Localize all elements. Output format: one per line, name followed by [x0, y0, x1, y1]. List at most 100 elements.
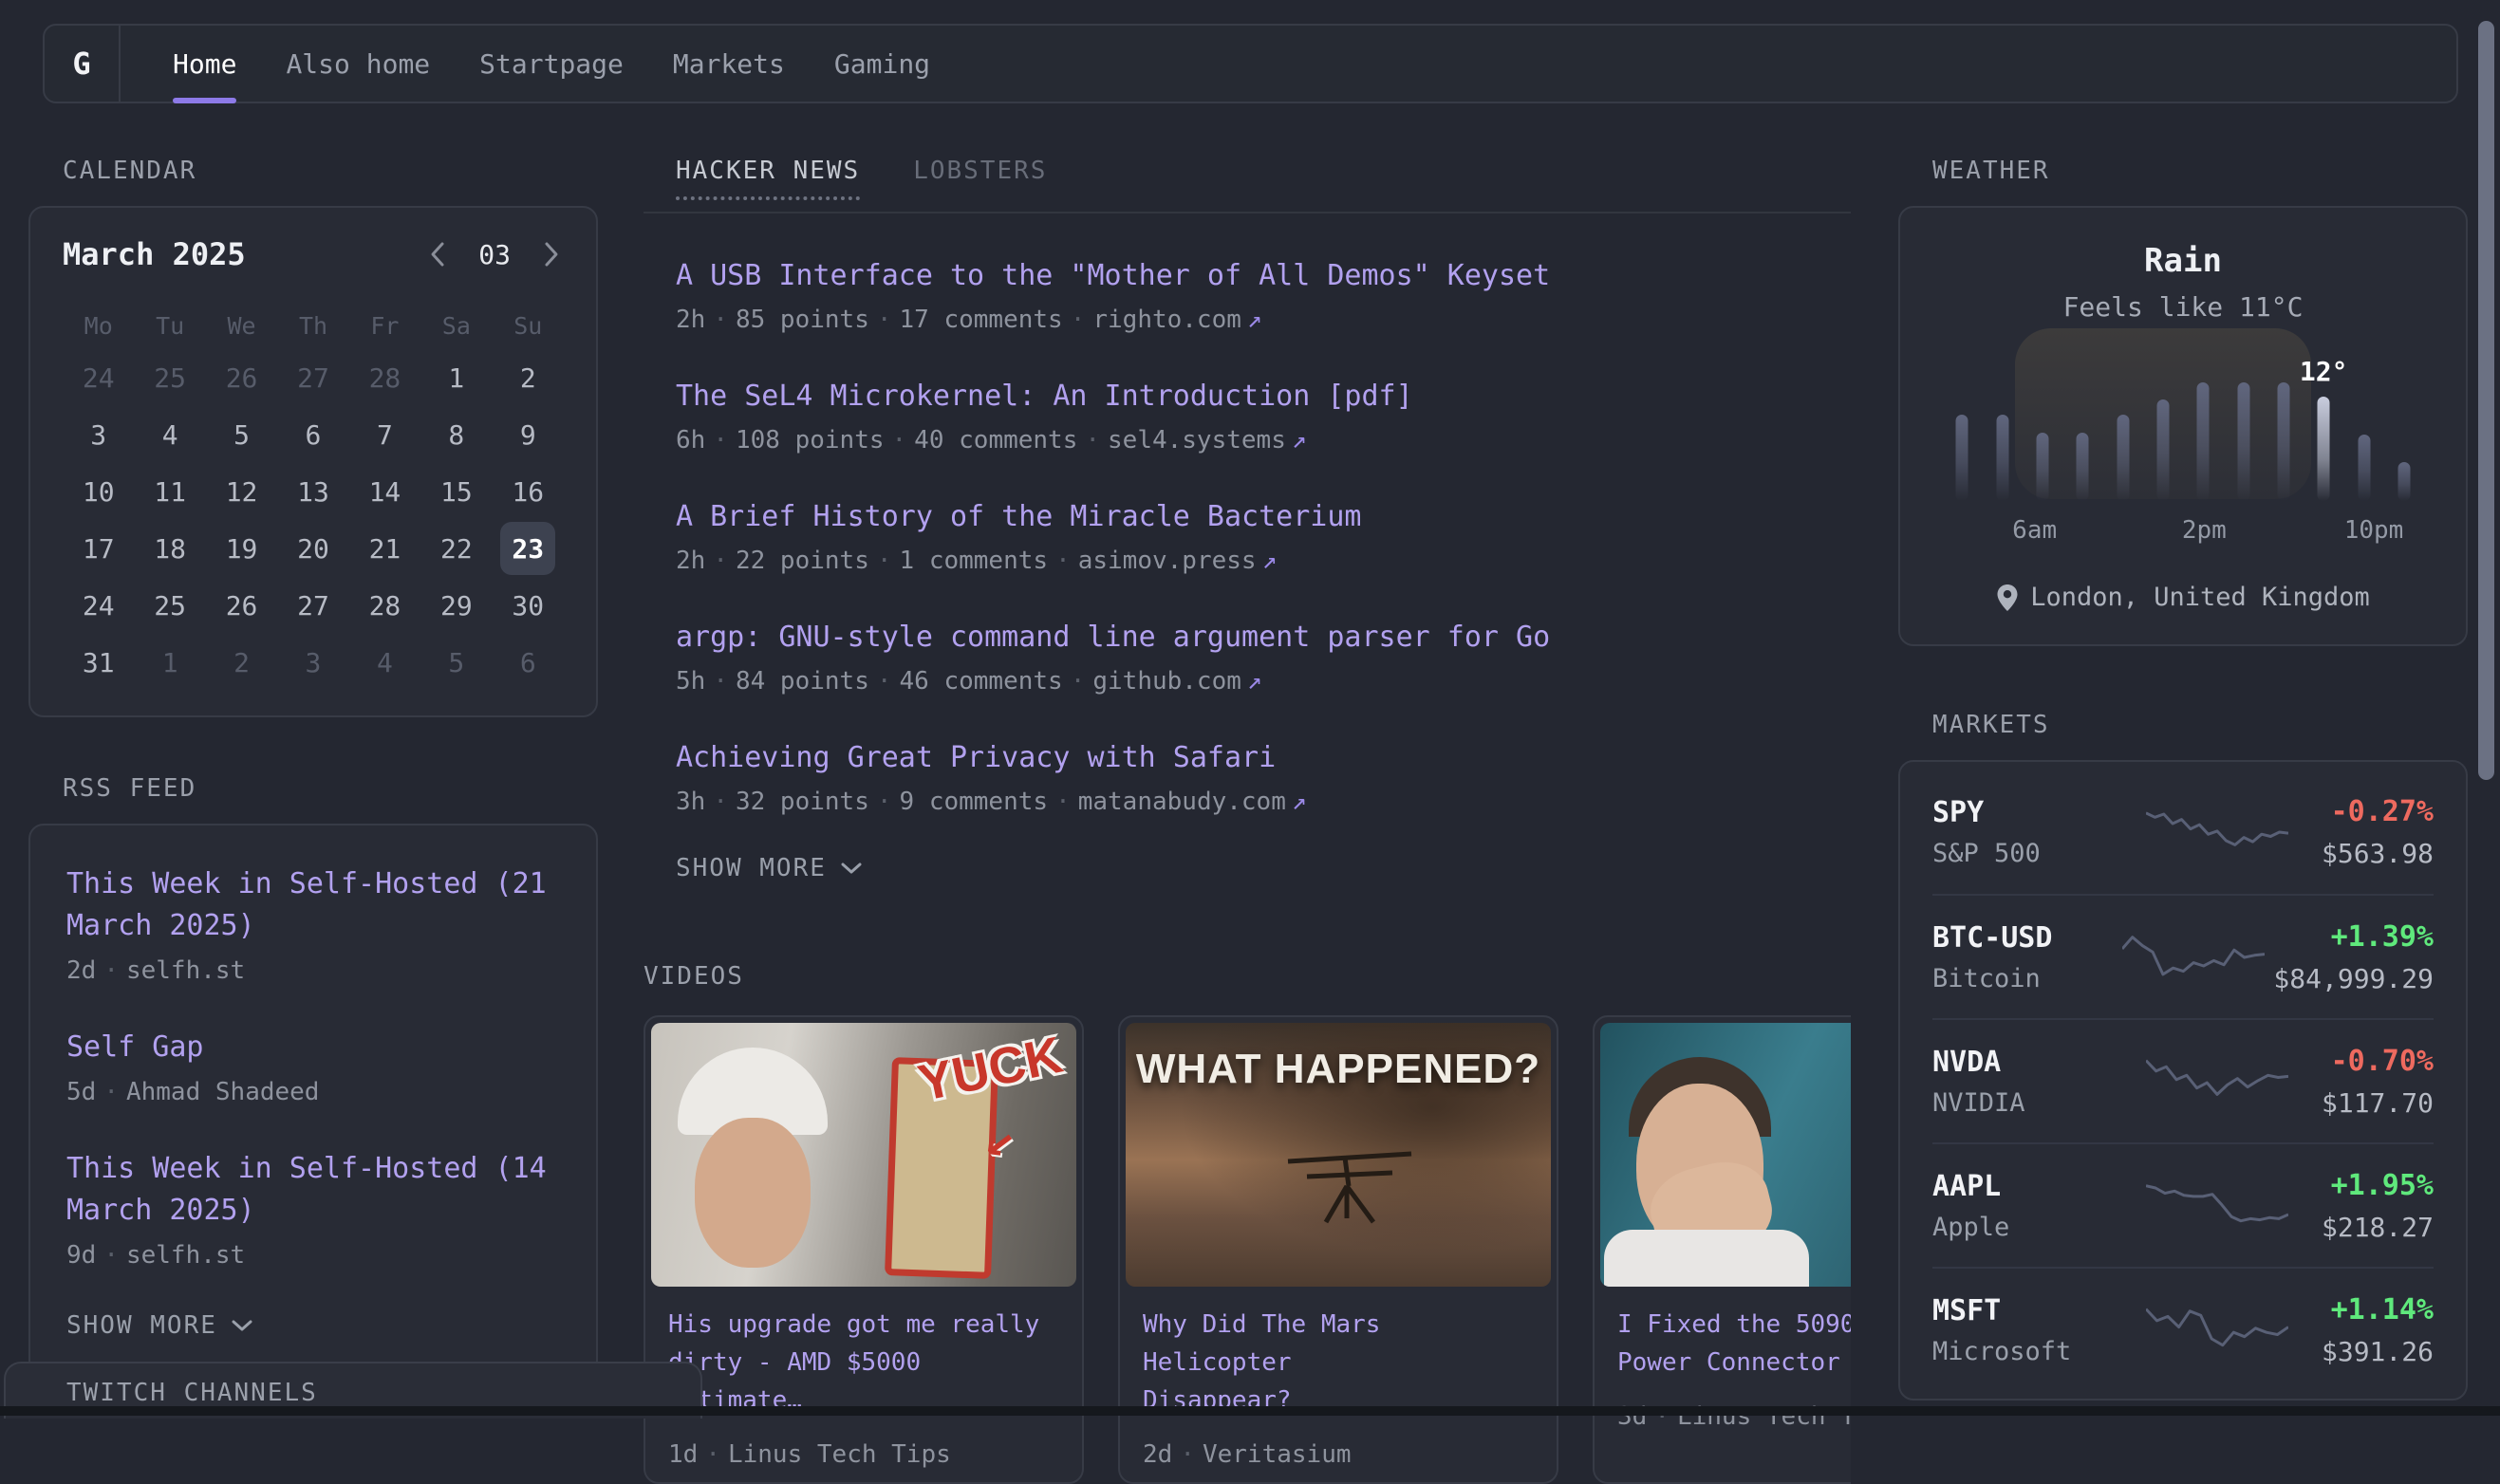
news-item-domain[interactable]: asimov.press — [1078, 547, 1257, 575]
meta-dot: · — [96, 1078, 126, 1106]
weather-widget: Rain Feels like 11°C 12° 6am2pm10pm Lond… — [1898, 206, 2468, 646]
rss-item-title[interactable]: This Week in Self-Hosted (21March 2025) — [66, 863, 560, 947]
market-row: NVDA NVIDIA -0.70%$117.70 — [1932, 1018, 2434, 1142]
market-sparkline — [2113, 923, 2273, 992]
calendar-day-cell: 26 — [206, 577, 277, 634]
market-symbol[interactable]: NVDA — [1932, 1046, 2113, 1079]
market-symbol[interactable]: SPY — [1932, 796, 2113, 829]
calendar-month-title: March 2025 — [63, 236, 246, 272]
market-values: -0.70%$117.70 — [2322, 1045, 2434, 1119]
center-column: HACKER NEWS LOBSTERS A USB Interface to t… — [644, 157, 1851, 1484]
news-item: The SeL4 Microkernel: An Introduction [p… — [676, 380, 1851, 454]
market-id: MSFTMicrosoft — [1932, 1294, 2113, 1366]
weather-hourly-chart: 12° — [1942, 378, 2424, 501]
calendar-day: 16 — [500, 465, 555, 518]
calendar-day-cell: 23 — [493, 520, 564, 577]
news-item-domain[interactable]: sel4.systems — [1108, 426, 1286, 454]
calendar-day-cell: 28 — [349, 577, 420, 634]
news-item: Achieving Great Privacy with Safari3h·32… — [676, 741, 1851, 816]
nav-tabs: Home Also home Startpage Markets Gaming — [121, 26, 930, 102]
news-item-title[interactable]: argp: GNU-style command line argument pa… — [676, 621, 1851, 654]
nav-tab-gaming[interactable]: Gaming — [834, 26, 930, 102]
news-item-title[interactable]: A Brief History of the Miracle Bacterium — [676, 500, 1851, 533]
nav-tab-label: Gaming — [834, 48, 930, 80]
weather-bar-current — [2318, 397, 2330, 501]
calendar-weekday: Tu — [134, 312, 205, 340]
news-item-age: 2h — [676, 306, 705, 334]
rss-item: This Week in Self-Hosted (21March 2025) 2… — [66, 863, 560, 985]
calendar-day-cell: 25 — [134, 349, 205, 406]
market-symbol[interactable]: MSFT — [1932, 1294, 2113, 1327]
rss-show-more-button[interactable]: SHOW MORE — [66, 1311, 560, 1340]
calendar-day: 2 — [500, 351, 555, 404]
news-show-more-label: SHOW MORE — [676, 854, 827, 882]
meta-dot: · — [96, 956, 126, 985]
video-title[interactable]: His upgrade got me reallydirty - AMD $50… — [668, 1306, 1059, 1419]
market-symbol[interactable]: BTC-USD — [1932, 921, 2113, 955]
market-id: AAPLApple — [1932, 1170, 2113, 1242]
weather-bar — [2197, 382, 2210, 501]
scrollbar-thumb[interactable] — [2478, 21, 2494, 780]
video-card-body: Why Did The Mars HelicopterDisappear?2d·… — [1126, 1287, 1551, 1469]
news-item-points: 22 points — [736, 547, 869, 575]
news-item-comments: 40 comments — [914, 426, 1077, 454]
video-title[interactable]: I Fixed the 5090'sPower Connector Proble… — [1617, 1306, 1851, 1382]
calendar-day: 19 — [215, 522, 270, 575]
nav-tab-startpage[interactable]: Startpage — [479, 26, 624, 102]
rss-item-meta: 2d·selfh.st — [66, 956, 560, 985]
news-item-domain[interactable]: righto.com — [1092, 306, 1241, 334]
nav-tab-also-home[interactable]: Also home — [286, 26, 430, 102]
chevron-left-icon[interactable] — [425, 238, 450, 270]
video-thumbnail[interactable]: WHAT HAPPENED? — [1126, 1023, 1551, 1287]
calendar-day: 29 — [429, 579, 484, 632]
nav-tab-home[interactable]: Home — [173, 26, 236, 102]
market-row: SPYS&P 500-0.27%$563.98 — [1932, 770, 2434, 894]
news-item-domain[interactable]: matanabudy.com — [1078, 788, 1286, 816]
news-item-title[interactable]: A USB Interface to the "Mother of All De… — [676, 259, 1851, 292]
rss-item-title[interactable]: This Week in Self-Hosted (14March 2025) — [66, 1148, 560, 1232]
rss-item-source: selfh.st — [126, 956, 245, 985]
news-item-title[interactable]: The SeL4 Microkernel: An Introduction [p… — [676, 380, 1851, 413]
calendar-day-cell: 15 — [420, 463, 492, 520]
market-name: NVIDIA — [1932, 1088, 2113, 1118]
calendar-weekday: We — [206, 312, 277, 340]
calendar-day-cell: 6 — [277, 406, 348, 463]
rss-item-source: Ahmad Shadeed — [126, 1078, 320, 1106]
app-logo[interactable]: G — [45, 26, 121, 102]
weather-axis-label: 10pm — [2344, 516, 2404, 545]
news-item: A USB Interface to the "Mother of All De… — [676, 259, 1851, 334]
news-item-domain[interactable]: github.com — [1092, 667, 1241, 696]
calendar-day-cell: 1 — [420, 349, 492, 406]
calendar-day: 22 — [429, 522, 484, 575]
calendar-day: 7 — [357, 408, 412, 461]
calendar-day-cell: 14 — [349, 463, 420, 520]
rss-item-title[interactable]: Self Gap — [66, 1027, 560, 1068]
news-tab-lobsters[interactable]: LOBSTERS — [913, 157, 1047, 200]
video-thumbnail[interactable]: YUCK↙ — [651, 1023, 1076, 1287]
calendar-day-cell: 10 — [63, 463, 134, 520]
meta-dot: · — [869, 667, 900, 696]
nav-tab-label: Markets — [673, 48, 785, 80]
nav-tab-markets[interactable]: Markets — [673, 26, 785, 102]
video-title[interactable]: Why Did The Mars HelicopterDisappear? — [1143, 1306, 1534, 1419]
news-item-title[interactable]: Achieving Great Privacy with Safari — [676, 741, 1851, 774]
weather-bar — [2397, 462, 2410, 501]
calendar-day: 17 — [71, 522, 126, 575]
market-symbol[interactable]: AAPL — [1932, 1170, 2113, 1203]
video-thumbnail[interactable]: DOTHT — [1600, 1023, 1851, 1287]
weather-bar — [2237, 382, 2249, 501]
calendar-day: 18 — [142, 522, 197, 575]
calendar-day-cell: 2 — [206, 634, 277, 691]
calendar-day: 3 — [71, 408, 126, 461]
rss-heading: RSS FEED — [63, 774, 598, 803]
news-show-more-button[interactable]: SHOW MORE — [676, 854, 1851, 882]
market-change: +1.14% — [2322, 1293, 2434, 1326]
video-age: 1d — [668, 1440, 698, 1469]
calendar-day: 4 — [357, 636, 412, 689]
chevron-right-icon[interactable] — [539, 238, 564, 270]
news-tab-hacker-news[interactable]: HACKER NEWS — [676, 157, 860, 200]
weather-bar — [2036, 433, 2048, 502]
rss-item-age: 2d — [66, 956, 96, 985]
nav-tab-label: Also home — [286, 48, 430, 80]
calendar-day-cell: 30 — [493, 577, 564, 634]
